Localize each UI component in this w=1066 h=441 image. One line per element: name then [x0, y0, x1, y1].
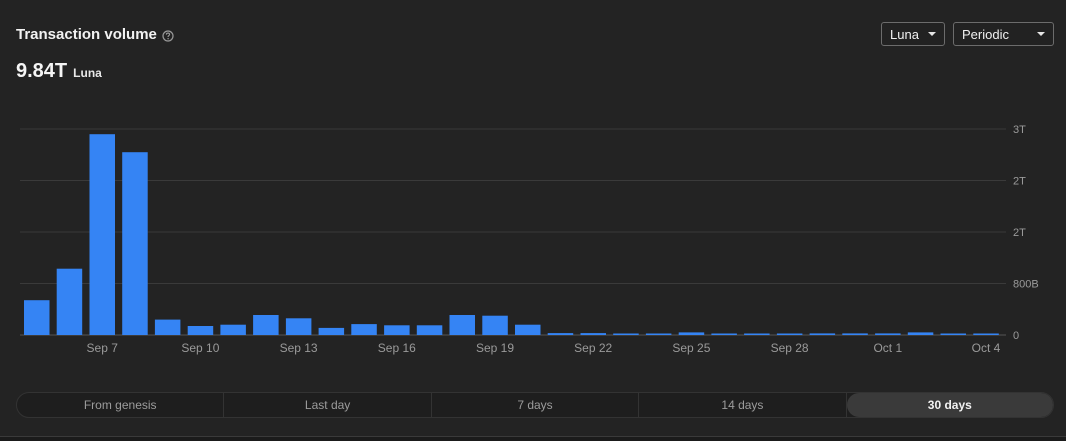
range-tab-last-day[interactable]: Last day: [224, 393, 432, 417]
bar-sep-13[interactable]: [285, 318, 312, 335]
bar-sep-20[interactable]: [515, 324, 541, 335]
x-tick-label: Sep 13: [280, 341, 318, 355]
x-tick-label: Sep 19: [476, 341, 514, 355]
bar-sep-7[interactable]: [89, 134, 116, 335]
y-tick-label: 0: [1013, 330, 1019, 342]
transaction-volume-chart: 0 800B 2T 2T 3T Sep 7 Sep 10 Sep 13 Sep 16 Sep 19…: [20, 124, 1039, 355]
y-tick-label: 3T: [1013, 124, 1026, 136]
bar-sep-19[interactable]: [482, 315, 508, 335]
bar-sep-17[interactable]: [416, 325, 443, 335]
bar-oct-2[interactable]: [907, 332, 934, 335]
x-tick-label: Oct 1: [873, 341, 902, 355]
bar-sep-26[interactable]: [711, 333, 737, 336]
y-tick-label: 800B: [1013, 279, 1039, 291]
range-tab-30-days[interactable]: 30 days: [846, 393, 1053, 417]
bar-sep-10[interactable]: [187, 326, 214, 335]
transaction-volume-card: Transaction volume 9.84T Luna Luna Perio…: [0, 0, 1066, 437]
bar-sep-25[interactable]: [678, 332, 705, 335]
bar-sep-15[interactable]: [351, 324, 377, 335]
bar-sep-23[interactable]: [613, 333, 639, 336]
x-tick-label: Sep 28: [771, 341, 809, 355]
bar-oct-4[interactable]: [973, 333, 999, 336]
bar-sep-18[interactable]: [449, 315, 476, 335]
bar-sep-9[interactable]: [154, 319, 181, 335]
x-tick-label: Sep 22: [574, 341, 612, 355]
y-tick-label: 2T: [1013, 227, 1026, 239]
bar-sep-29[interactable]: [809, 333, 836, 335]
x-tick-label: Sep 25: [672, 341, 710, 355]
bar-sep-22[interactable]: [580, 333, 607, 335]
x-tick-label: Sep 7: [87, 341, 119, 355]
x-tick-label: Oct 4: [972, 341, 1001, 355]
range-tab-7-days[interactable]: 7 days: [432, 393, 640, 417]
bar-oct-1[interactable]: [875, 333, 901, 335]
y-tick-label: 2T: [1013, 176, 1026, 188]
bar-sep-16[interactable]: [384, 325, 410, 335]
bar-sep-6[interactable]: [56, 268, 83, 335]
range-tab-from-genesis[interactable]: From genesis: [17, 393, 225, 417]
bar-sep-11[interactable]: [220, 324, 246, 335]
range-tab-14-days[interactable]: 14 days: [639, 393, 847, 417]
bar-sep-5[interactable]: [24, 300, 50, 335]
bar-sep-14[interactable]: [318, 327, 345, 335]
bar-sep-24[interactable]: [645, 333, 672, 336]
x-tick-label: Sep 10: [181, 341, 219, 355]
x-tick-label: Sep 16: [378, 341, 416, 355]
bar-sep-28[interactable]: [776, 333, 803, 336]
bar-sep-30[interactable]: [842, 333, 868, 335]
bar-sep-8[interactable]: [122, 152, 148, 335]
time-range-selector: From genesis Last day 7 days 14 days 30 days: [16, 392, 1054, 418]
bar-sep-12[interactable]: [253, 315, 279, 335]
bar-sep-27[interactable]: [744, 333, 770, 336]
bar-sep-21[interactable]: [547, 333, 574, 335]
bar-oct-3[interactable]: [940, 333, 967, 336]
